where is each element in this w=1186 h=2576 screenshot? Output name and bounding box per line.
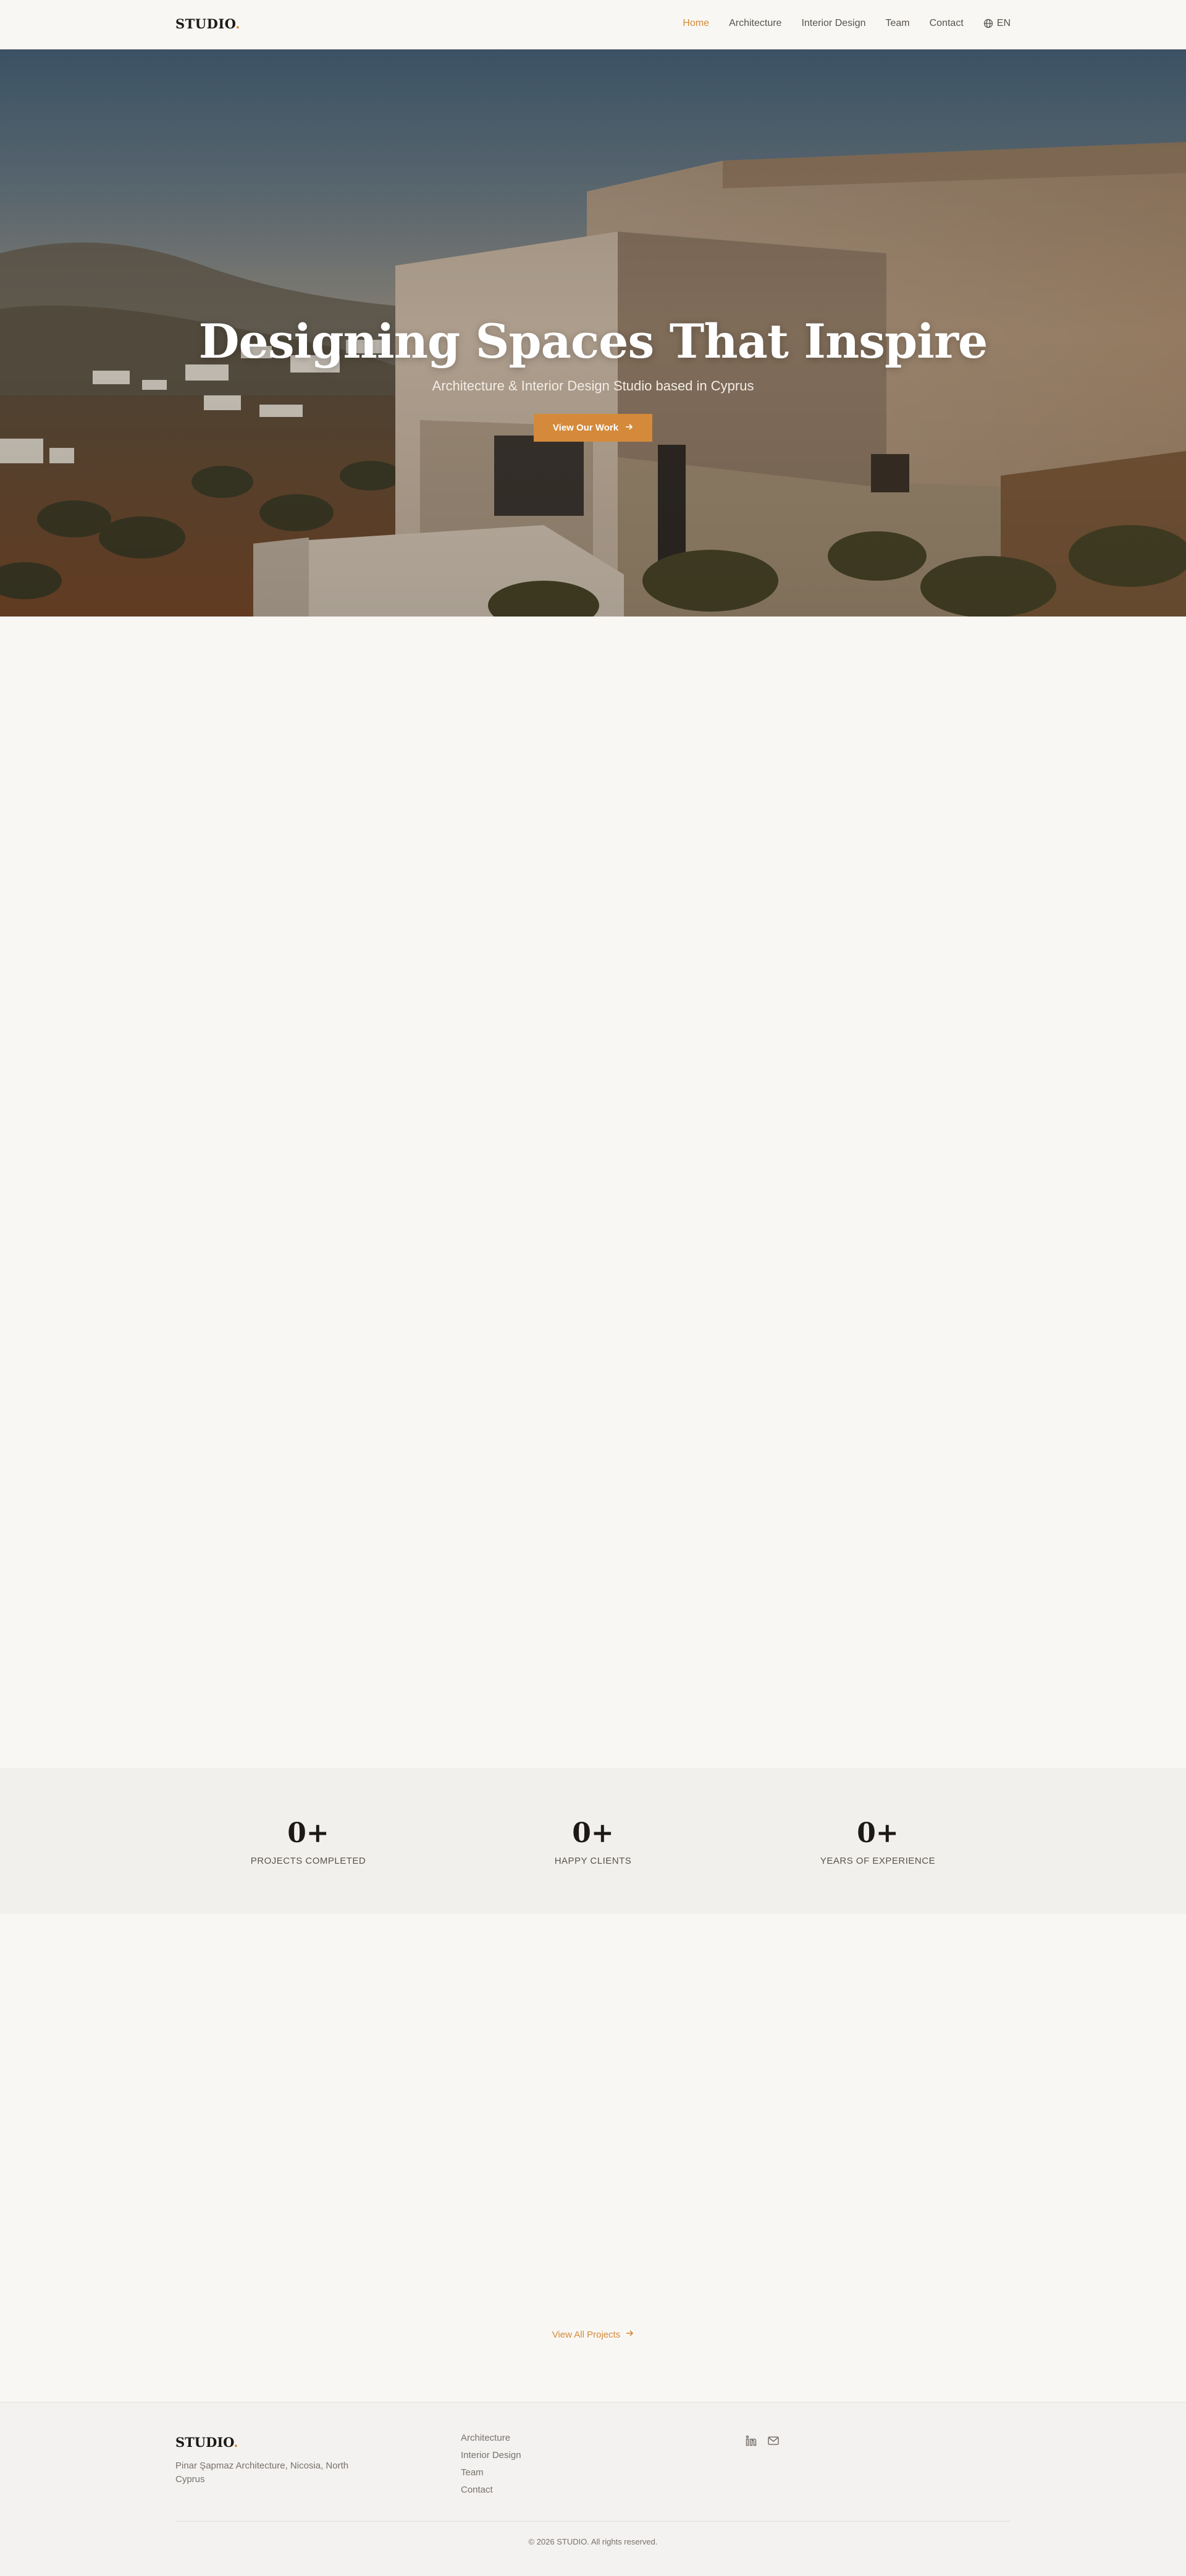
stat-label: YEARS OF EXPERIENCE	[820, 1856, 936, 1866]
view-all-projects-link[interactable]: View All Projects	[552, 2329, 634, 2340]
nav-link-home[interactable]: Home	[683, 18, 709, 29]
globe-icon	[983, 19, 993, 28]
footer-link-architecture[interactable]: Architecture	[461, 2433, 521, 2443]
hero-title: Designing Spaces That Inspire	[198, 314, 988, 369]
nav-link-contact[interactable]: Contact	[930, 18, 964, 29]
view-our-work-label: View Our Work	[552, 423, 619, 433]
footer-link-contact[interactable]: Contact	[461, 2485, 521, 2495]
footer-link-interior-design[interactable]: Interior Design	[461, 2451, 521, 2460]
stat-projects-completed: 0+ PROJECTS COMPLETED	[185, 1817, 432, 1866]
footer-links: Architecture Interior Design Team Contac…	[461, 2433, 521, 2495]
stat-value: 0+	[857, 1817, 899, 1849]
stats-section: 0+ PROJECTS COMPLETED 0+ HAPPY CLIENTS 0…	[0, 1768, 1186, 1914]
stat-value: 0+	[572, 1817, 614, 1849]
view-all-projects-container: View All Projects	[0, 2329, 1186, 2341]
footer-link-team[interactable]: Team	[461, 2468, 521, 2478]
arrow-right-icon	[625, 2329, 634, 2340]
footer-copyright: © 2026 STUDIO. All rights reserved.	[528, 2537, 658, 2546]
nav-links: Home Architecture Interior Design Team C…	[683, 18, 1011, 29]
stat-years-experience: 0+ YEARS OF EXPERIENCE	[754, 1817, 1001, 1866]
linkedin-icon[interactable]	[745, 2435, 757, 2450]
top-navigation: STUDIO. Home Architecture Interior Desig…	[0, 0, 1186, 49]
stat-happy-clients: 0+ HAPPY CLIENTS	[469, 1817, 717, 1866]
language-label: EN	[996, 18, 1011, 28]
view-our-work-button[interactable]: View Our Work	[534, 414, 652, 442]
nav-link-team[interactable]: Team	[886, 18, 910, 29]
mail-icon[interactable]	[767, 2435, 780, 2450]
site-logo[interactable]: STUDIO.	[175, 16, 240, 32]
arrow-right-icon	[625, 423, 633, 434]
nav-link-interior-design[interactable]: Interior Design	[801, 18, 865, 29]
language-switcher[interactable]: EN	[983, 18, 1011, 29]
footer-divider	[175, 2521, 1011, 2522]
hero-subtitle: Architecture & Interior Design Studio ba…	[432, 378, 754, 394]
footer-address: Pinar Şapmaz Architecture, Nicosia, Nort…	[175, 2460, 349, 2485]
hero-section: Designing Spaces That Inspire Architectu…	[0, 49, 1186, 617]
stat-value: 0+	[287, 1817, 329, 1849]
stat-label: HAPPY CLIENTS	[554, 1856, 632, 1866]
nav-link-architecture[interactable]: Architecture	[729, 18, 781, 29]
site-footer: STUDIO. Pinar Şapmaz Architecture, Nicos…	[0, 2402, 1186, 2576]
stat-label: PROJECTS COMPLETED	[250, 1856, 366, 1866]
footer-logo[interactable]: STUDIO.	[175, 2435, 238, 2450]
view-all-projects-label: View All Projects	[552, 2329, 621, 2340]
footer-social	[745, 2435, 780, 2450]
